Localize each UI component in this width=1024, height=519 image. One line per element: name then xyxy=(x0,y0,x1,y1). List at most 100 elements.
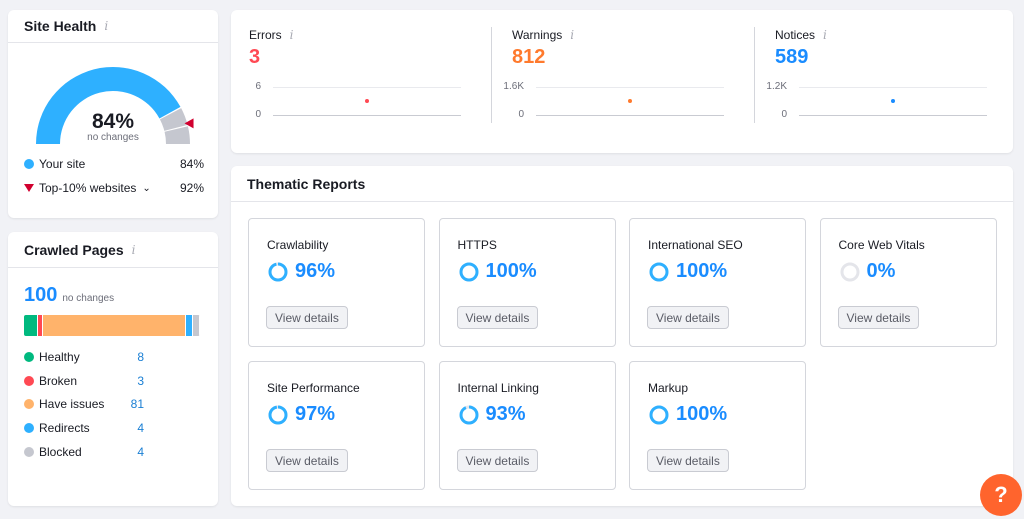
site-health-change: no changes xyxy=(87,132,139,143)
view-details-button[interactable]: View details xyxy=(266,449,348,472)
gridline xyxy=(799,87,987,88)
report-value[interactable]: 100% xyxy=(676,260,727,283)
crawled-label: Blocked xyxy=(39,444,82,459)
report-name: International SEO xyxy=(648,238,743,252)
legend-top-10[interactable]: Top-10% websites ⌄ 92% xyxy=(24,181,204,195)
report-name: HTTPS xyxy=(457,238,497,252)
crawled-row[interactable]: Broken 3 xyxy=(24,374,144,388)
crawled-total: 100 no changes xyxy=(24,284,114,307)
crawled-total-change: no changes xyxy=(62,293,115,304)
crawled-label: Healthy xyxy=(39,350,80,364)
info-icon[interactable]: i xyxy=(104,19,108,33)
dot-icon xyxy=(24,352,34,362)
issue-count[interactable]: 812 xyxy=(512,46,545,69)
report-name: Core Web Vitals xyxy=(838,238,925,252)
crawled-total-value[interactable]: 100 xyxy=(24,284,57,307)
progress-ring-icon xyxy=(649,262,669,281)
report-value[interactable]: 100% xyxy=(486,260,537,283)
report-score: 97% xyxy=(267,403,335,426)
view-details-button[interactable]: View details xyxy=(647,306,729,329)
stack-segment-have-issues[interactable] xyxy=(43,315,186,336)
info-icon[interactable]: i xyxy=(132,243,136,257)
legend-label: Your site xyxy=(39,157,86,171)
y-tick-max: 6 xyxy=(255,81,261,92)
report-score: 0% xyxy=(839,260,896,283)
y-tick-min: 0 xyxy=(518,109,524,120)
crawled-row[interactable]: Redirects 4 xyxy=(24,421,144,435)
report-name: Internal Linking xyxy=(457,381,539,395)
crawled-pages-header: Crawled Pages i xyxy=(8,232,218,268)
report-value[interactable]: 100% xyxy=(676,403,727,426)
data-point[interactable] xyxy=(365,99,369,103)
site-health-score: 84% xyxy=(91,110,135,133)
site-health-title: Site Health xyxy=(24,18,97,34)
crawled-count[interactable]: 4 xyxy=(130,445,144,459)
gridline xyxy=(273,87,461,88)
view-details-button[interactable]: View details xyxy=(456,306,539,329)
report-card-site-performance: Site Performance 97% View details xyxy=(248,361,425,490)
progress-ring-icon xyxy=(649,405,669,424)
stack-segment-blocked[interactable] xyxy=(192,315,200,336)
site-health-header: Site Health i xyxy=(8,10,218,43)
crawled-row[interactable]: Blocked 4 xyxy=(24,445,144,459)
issue-label: Errors i xyxy=(249,28,294,42)
report-card-core-web-vitals: Core Web Vitals 0% View details xyxy=(819,218,997,347)
legend-value: 92% xyxy=(179,181,204,195)
report-score: 93% xyxy=(458,403,526,426)
issue-count[interactable]: 3 xyxy=(249,46,260,69)
view-details-button[interactable]: View details xyxy=(647,449,729,472)
report-value[interactable]: 0% xyxy=(867,260,896,283)
report-card-internal-linking: Internal Linking 93% View details xyxy=(438,361,616,490)
gridline xyxy=(536,87,724,88)
crawled-label: Redirects xyxy=(39,421,90,436)
progress-ring-icon xyxy=(459,262,478,281)
view-details-button[interactable]: View details xyxy=(456,449,539,472)
progress-ring-icon xyxy=(459,405,478,424)
progress-ring-icon xyxy=(840,262,859,281)
crawled-count[interactable]: 81 xyxy=(130,397,144,411)
report-value[interactable]: 96% xyxy=(295,260,335,283)
dot-icon xyxy=(24,446,34,457)
dot-icon xyxy=(24,375,34,386)
crawled-count[interactable]: 4 xyxy=(130,421,144,435)
dot-icon xyxy=(24,399,34,410)
chevron-down-icon[interactable]: ⌄ xyxy=(142,183,150,194)
info-icon[interactable]: i xyxy=(570,28,574,42)
report-name: Crawlability xyxy=(267,238,329,252)
crawled-row[interactable]: Healthy 8 xyxy=(24,350,144,364)
crawled-label: Broken xyxy=(39,373,78,388)
issue-label: Warnings i xyxy=(512,28,575,42)
crawled-count[interactable]: 8 xyxy=(130,350,144,364)
issue-count[interactable]: 589 xyxy=(775,46,808,69)
stack-segment-healthy[interactable] xyxy=(24,315,39,336)
issue-errors: Errors i 3 6 0 xyxy=(231,10,487,153)
crawled-row[interactable]: Have issues 81 xyxy=(24,397,144,411)
baseline xyxy=(273,115,461,116)
report-name: Site Performance xyxy=(267,381,360,395)
report-value[interactable]: 93% xyxy=(486,403,526,426)
data-point[interactable] xyxy=(628,98,632,103)
view-details-button[interactable]: View details xyxy=(837,306,920,329)
progress-ring-icon xyxy=(268,405,288,424)
crawled-count[interactable]: 3 xyxy=(130,374,144,388)
baseline xyxy=(536,115,724,116)
help-button[interactable]: ? xyxy=(980,474,1022,516)
crawled-pages-card: Crawled Pages i 100 no changes Healthy 8 B… xyxy=(8,232,218,506)
thematic-reports-card: Thematic Reports Crawlability 96% View d… xyxy=(231,166,1013,506)
report-score: 100% xyxy=(648,403,727,426)
info-icon[interactable]: i xyxy=(823,28,827,42)
legend-your-site: Your site 84% xyxy=(24,157,204,171)
report-value[interactable]: 97% xyxy=(295,403,335,426)
stack-segment-redirects[interactable] xyxy=(185,315,193,336)
data-point[interactable] xyxy=(891,99,895,104)
view-details-button[interactable]: View details xyxy=(266,306,348,329)
thematic-title: Thematic Reports xyxy=(247,175,366,192)
legend-label[interactable]: Top-10% websites xyxy=(39,181,136,195)
site-health-card: Site Health i 84% no changes Your site 8… xyxy=(8,10,218,218)
report-card-crawlability: Crawlability 96% View details xyxy=(248,218,425,347)
issues-card: Errors i 3 6 0 Warnings i 812 1.6K 0 Notic… xyxy=(231,10,1013,153)
issue-notices: Notices i 589 1.2K 0 xyxy=(757,10,1013,153)
thematic-header: Thematic Reports xyxy=(231,166,1013,202)
info-icon[interactable]: i xyxy=(290,28,294,42)
dot-icon xyxy=(24,159,34,169)
